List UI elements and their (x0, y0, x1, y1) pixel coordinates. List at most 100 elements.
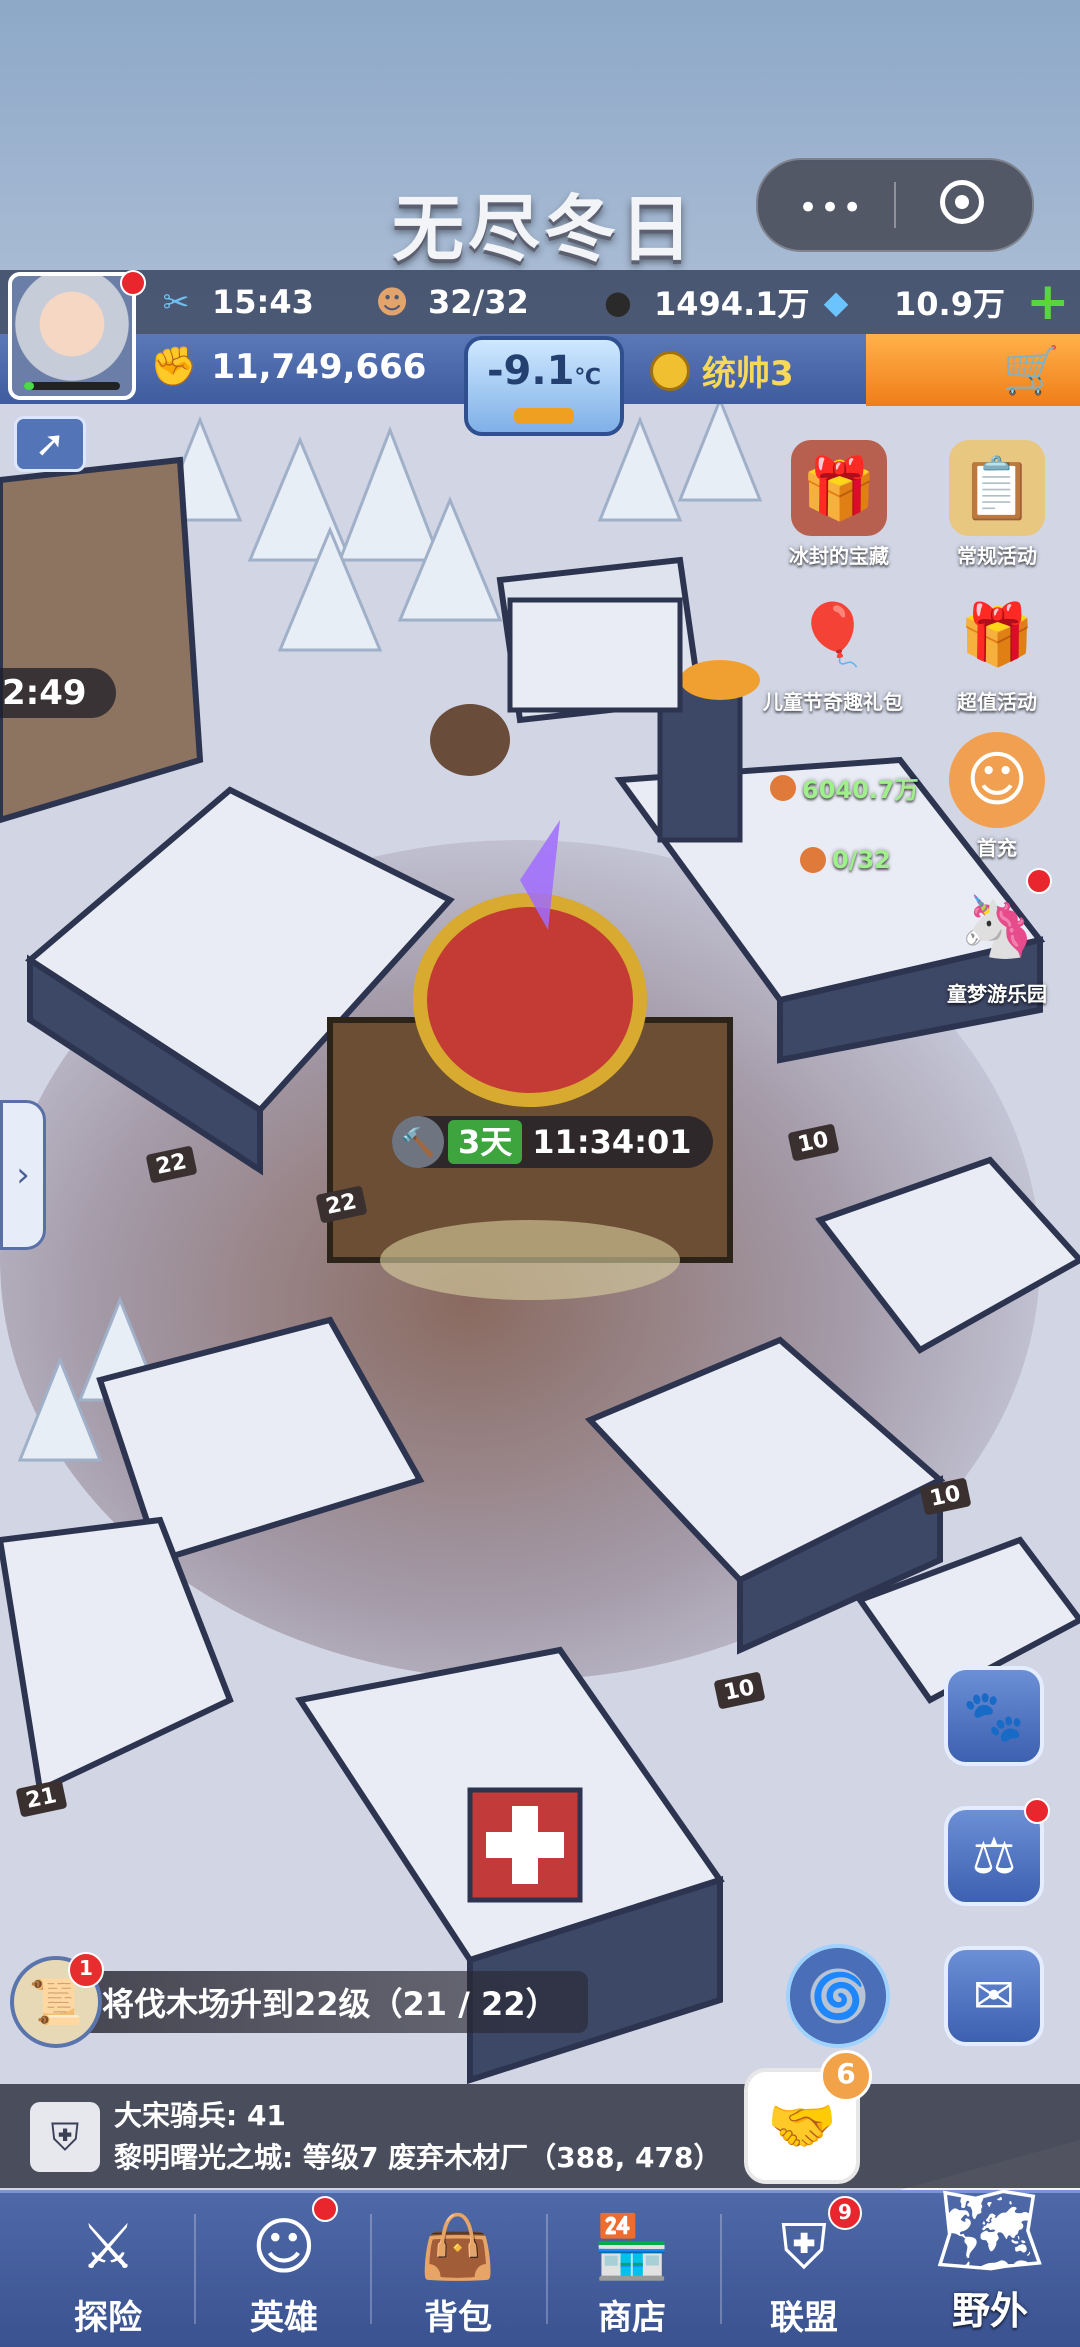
power-value: 11,749,666 (211, 346, 427, 387)
player-avatar[interactable] (8, 272, 136, 400)
scales-notification-dot (1024, 1798, 1050, 1824)
event-label: 常规活动 (957, 544, 1037, 568)
nav-explore[interactable]: ⚔ 探险 (20, 2204, 196, 2344)
event-label: 超值活动 (957, 690, 1037, 714)
gems-counter[interactable]: ◆ 10.9万 (814, 276, 1005, 328)
nav-label: 野外 (951, 2289, 1028, 2333)
game-logo: 无尽冬日 (392, 187, 697, 271)
coal-counter[interactable]: ● 1494.1万 (596, 276, 810, 328)
add-gems-button[interactable]: + (1026, 276, 1070, 328)
timer-days: 3天 (448, 1120, 523, 1164)
help-count-badge: 6 (820, 2050, 872, 2102)
build-timer[interactable]: ✂ 15:43 (154, 276, 314, 328)
crown-icon (650, 350, 690, 391)
bag-icon: 👜 (419, 2210, 497, 2283)
paw-icon[interactable]: 🐾 (944, 1666, 1044, 1766)
more-options-button[interactable]: ••• (798, 188, 864, 228)
crossed-swords-icon: ⚔ (80, 2210, 136, 2283)
storefront-icon: 🏪 (593, 2210, 671, 2283)
worker-icon: ☻ (375, 283, 409, 321)
building-timer-left[interactable]: 2:49 (0, 668, 116, 718)
mail-icon[interactable]: ✉ (944, 1946, 1044, 2046)
cart-icon: 🛒 (1002, 342, 1060, 397)
quest-text: 将伐木场升到22级（21 / 22） (82, 1971, 588, 2033)
temperature-unit: ℃ (574, 365, 602, 390)
hammer-icon: 🔨 (392, 1116, 444, 1168)
coal-icon: ● (604, 283, 632, 321)
nav-label: 背包 (424, 2298, 492, 2338)
timer-time: 11:34:01 (532, 1123, 692, 1161)
commander-rank[interactable]: 统帅3 (650, 346, 794, 395)
event-value-activity[interactable]: 🎁 超值活动 (922, 586, 1072, 715)
rank-value: 统帅3 (702, 354, 794, 394)
close-miniprogram-button[interactable] (940, 180, 984, 224)
arrow-up-icon[interactable]: ➚ (14, 416, 86, 472)
gift-icon: 🎁 (959, 599, 1035, 670)
workers-value: 32/32 (428, 283, 529, 321)
quest-badge: 1 (68, 1952, 104, 1988)
worker-icon (800, 847, 826, 873)
hero-portrait-icon: ☺ (949, 732, 1045, 828)
treasure-icon: 🎁 (791, 440, 887, 536)
food-icon (770, 774, 796, 801)
food-production[interactable]: 6040.7万 (770, 770, 919, 805)
event-notification-dot (1026, 868, 1052, 894)
chat-message: 41 (246, 2099, 286, 2132)
nav-label: 联盟 (770, 2298, 838, 2338)
handshake-icon[interactable]: 🤝 6 (744, 2050, 872, 2184)
hero-face-icon: ☺ (251, 2210, 317, 2283)
workers-counter[interactable]: ☻ 32/32 (370, 276, 529, 328)
world-globe-icon[interactable]: 🌀 (786, 1944, 890, 2048)
nav-label: 英雄 (250, 2298, 318, 2338)
fist-icon: ✊ (150, 344, 198, 388)
food-workers[interactable]: 0/32 (800, 846, 891, 874)
shop-cart-button[interactable]: 🛒 (866, 334, 1080, 406)
chat-line-2: 黎明曙光之城: 等级7 废弃木材厂（388, 478） (114, 2141, 722, 2174)
nav-backpack[interactable]: 👜 背包 (370, 2204, 546, 2344)
nav-heroes[interactable]: ☺ 英雄 (196, 2204, 372, 2344)
furnace-upgrade-timer[interactable]: 🔨 3天 11:34:01 (392, 1116, 714, 1168)
avatar-notification-dot (120, 270, 146, 296)
map-icon: 🗺 (934, 2178, 1046, 2281)
tools-icon: ✂ (162, 283, 190, 321)
alliance-banner-icon: ⛨ (780, 2210, 828, 2283)
event-label: 儿童节奇趣礼包 (763, 690, 903, 714)
clipboard-icon: 📋 (949, 440, 1045, 536)
alliance-shield-icon: ⛨ (30, 2102, 100, 2172)
chat-sender: 大宋骑兵: (114, 2099, 238, 2132)
gems-value: 10.9万 (894, 285, 1005, 323)
nav-shop[interactable]: 🏪 商店 (544, 2204, 720, 2344)
event-label: 首充 (977, 836, 1017, 860)
chat-line-1: 大宋骑兵: 41 (114, 2094, 286, 2134)
nav-alliance[interactable]: ⛨ 联盟 (716, 2204, 892, 2344)
build-timer-value: 15:43 (212, 283, 314, 321)
event-dream-park[interactable]: 🦄 童梦游乐园 (922, 878, 1072, 1007)
temperature-indicator (514, 408, 574, 424)
food-value: 6040.7万 (802, 776, 919, 804)
event-frozen-treasure[interactable]: 🎁 冰封的宝藏 (764, 440, 914, 569)
temperature-value: -9.1 (486, 348, 575, 394)
event-regular[interactable]: 📋 常规活动 (922, 440, 1072, 569)
expand-side-panel-button[interactable]: › (0, 1100, 46, 1250)
food-workers-value: 0/32 (832, 846, 891, 874)
nav-label: 探险 (74, 2298, 142, 2338)
coal-value: 1494.1万 (654, 285, 810, 323)
event-childrens-day-pack[interactable]: 🎈 儿童节奇趣礼包 (758, 586, 908, 715)
unicorn-icon: 🦄 (959, 891, 1035, 962)
scroll-icon: 📜 1 (10, 1952, 104, 2048)
nav-label: 商店 (598, 2298, 666, 2338)
alliance-badge: 9 (828, 2196, 862, 2230)
current-quest[interactable]: 📜 1 将伐木场升到22级（21 / 22） (10, 1952, 588, 2048)
heroes-notification-dot (312, 2196, 338, 2222)
event-first-recharge[interactable]: ☺ 首充 (922, 732, 1072, 861)
event-label: 童梦游乐园 (947, 982, 1047, 1006)
capsule-divider (894, 182, 896, 228)
miniprogram-capsule: ••• (756, 158, 1034, 252)
gem-icon: ◆ (823, 283, 849, 321)
event-label: 冰封的宝藏 (789, 544, 889, 568)
balloon-icon: 🎈 (795, 599, 871, 670)
player-power[interactable]: ✊ 11,749,666 (150, 344, 426, 389)
avatar-stamina-bar (24, 382, 120, 390)
nav-wild[interactable]: 🗺 野外 (900, 2170, 1080, 2344)
furnace-temperature[interactable]: -9.1℃ (464, 336, 624, 436)
